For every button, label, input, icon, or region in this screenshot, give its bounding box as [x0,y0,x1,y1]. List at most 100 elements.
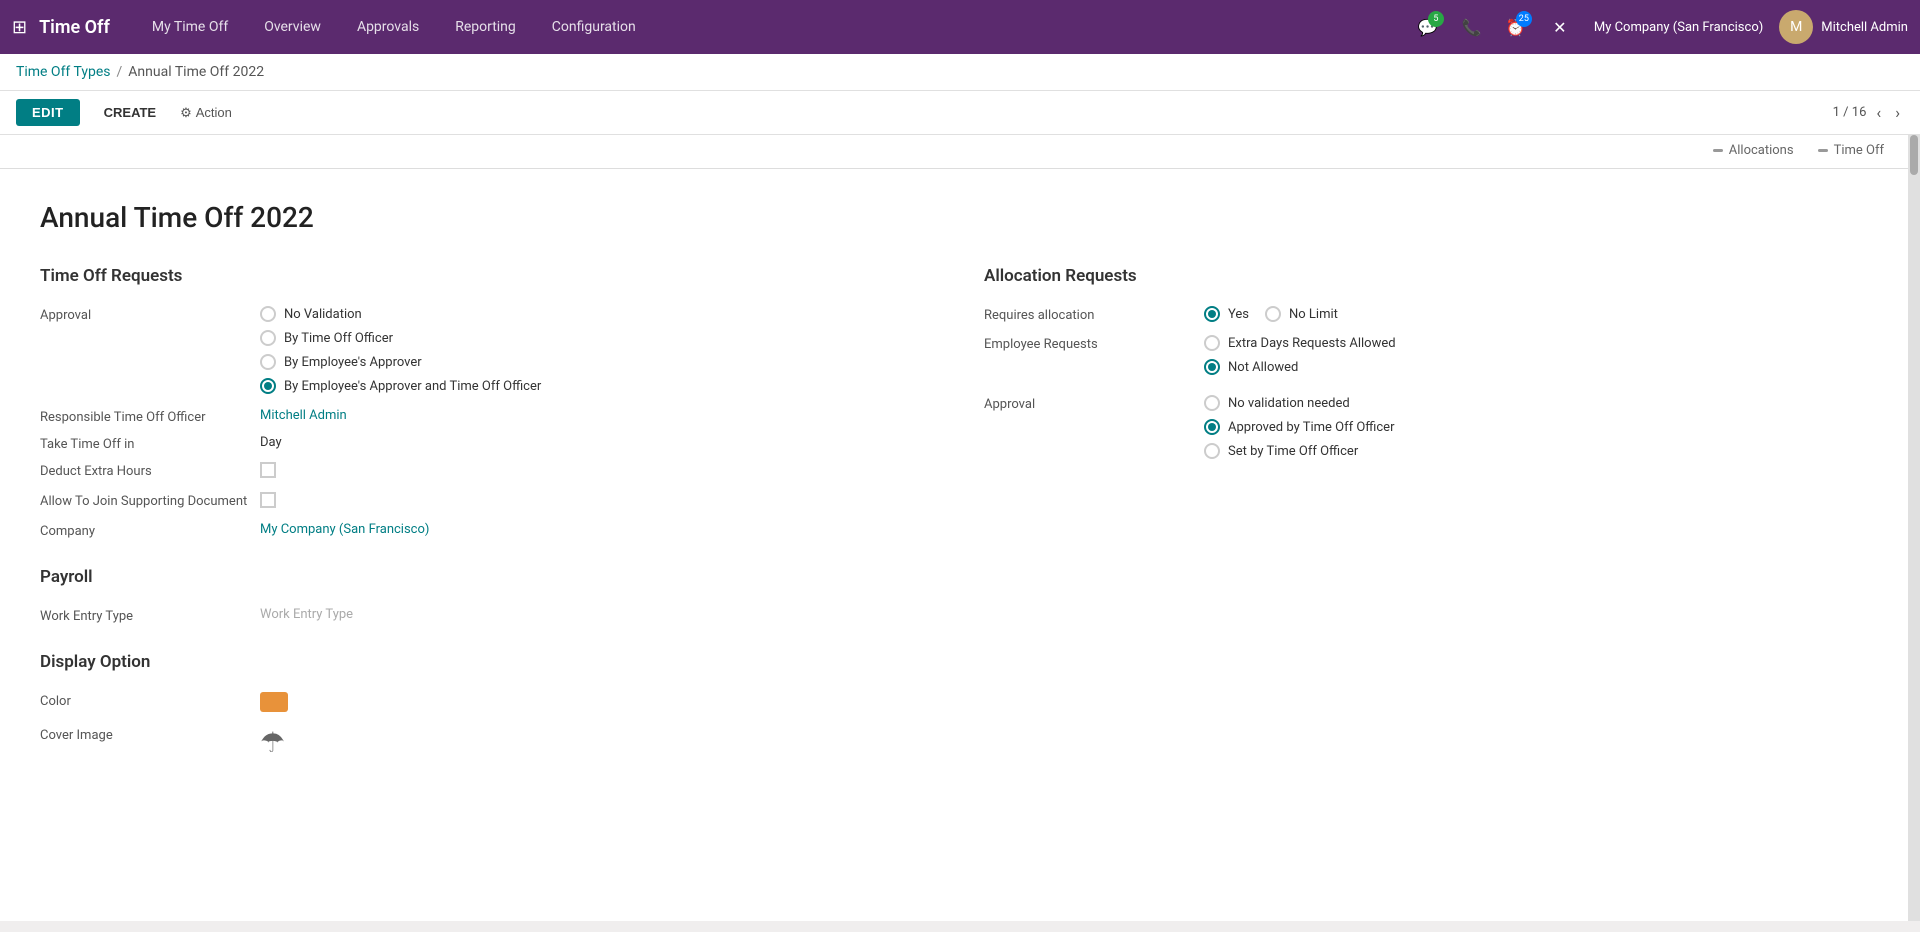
breadcrumb-current: Annual Time Off 2022 [128,64,264,80]
alloc-approval-row: Approval No validation needed Approved b… [984,395,1868,459]
requires-label: Requires allocation [984,306,1204,323]
apps-grid-icon[interactable]: ⊞ [12,17,27,38]
approval-radio-2[interactable] [260,354,276,370]
responsible-value[interactable]: Mitchell Admin [260,408,924,423]
breadcrumb-parent[interactable]: Time Off Types [16,64,111,80]
employee-requests-label: Employee Requests [984,335,1204,352]
payroll-section: Payroll Work Entry Type Work Entry Type [40,567,924,624]
allow-checkbox-value [260,492,924,512]
work-entry-row: Work Entry Type Work Entry Type [40,607,924,624]
nav-reporting[interactable]: Reporting [437,0,534,54]
edit-button[interactable]: EDIT [16,99,80,126]
avatar[interactable]: M [1779,10,1813,44]
time-off-requests-section: Time Off Requests Approval No Validation [40,266,924,769]
nav-links: My Time Off Overview Approvals Reporting… [134,0,1410,54]
pagination-counter: 1 / 16 [1833,105,1867,120]
alloc-approval-radio-2[interactable] [1204,443,1220,459]
alloc-approval-option-0[interactable]: No validation needed [1204,395,1868,411]
breadcrumb-bar: Time Off Types / Annual Time Off 2022 [0,54,1920,91]
phone-icon: 📞 [1462,18,1482,37]
approval-option-1[interactable]: By Time Off Officer [260,330,924,346]
display-option-section: Display Option Color Cover Image ☂ [40,652,924,759]
requires-radio-yes[interactable] [1204,306,1220,322]
top-navigation: ⊞ Time Off My Time Off Overview Approval… [0,0,1920,54]
app-brand[interactable]: Time Off [39,17,110,38]
work-entry-placeholder: Work Entry Type [260,607,353,622]
color-swatch[interactable] [260,692,288,712]
content-area: Allocations Time Off Annual Time Off 202… [0,135,1920,921]
employee-radio-group: Extra Days Requests Allowed Not Allowed [1204,335,1868,375]
employee-radio-not-allowed[interactable] [1204,359,1220,375]
create-button[interactable]: CREATE [88,99,172,126]
deduct-checkbox-value [260,462,924,482]
approval-radio-1[interactable] [260,330,276,346]
nav-overview[interactable]: Overview [246,0,339,54]
employee-radio-extra[interactable] [1204,335,1220,351]
main-content: Allocations Time Off Annual Time Off 202… [0,135,1908,921]
form-content: Annual Time Off 2022 Time Off Requests A… [0,169,1908,801]
toolbar: EDIT CREATE ⚙ Action 1 / 16 ‹ › [0,91,1920,135]
alloc-approval-option-2-label: Set by Time Off Officer [1228,444,1358,459]
deduct-checkbox[interactable] [260,462,276,478]
time-off-section-title: Time Off Requests [40,266,924,290]
phone-icon-btn[interactable]: 📞 [1454,9,1490,45]
next-page-button[interactable]: › [1891,101,1904,124]
alloc-approval-option-2[interactable]: Set by Time Off Officer [1204,443,1868,459]
nav-my-time-off[interactable]: My Time Off [134,0,246,54]
scrollbar-thumb[interactable] [1910,135,1918,175]
requires-radio-no-limit[interactable] [1265,306,1281,322]
color-value [260,692,924,716]
employee-option-extra[interactable]: Extra Days Requests Allowed [1204,335,1868,351]
alloc-approval-option-1[interactable]: Approved by Time Off Officer [1204,419,1868,435]
color-row: Color [40,692,924,716]
deduct-extra-hours-row: Deduct Extra Hours [40,462,924,482]
responsible-officer-row: Responsible Time Off Officer Mitchell Ad… [40,408,924,425]
approval-option-2[interactable]: By Employee's Approver [260,354,924,370]
company-value[interactable]: My Company (San Francisco) [260,522,924,537]
avatar-initials: M [1790,19,1802,35]
requires-option-yes[interactable]: Yes [1204,306,1249,322]
action-button[interactable]: ⚙ Action [180,105,232,121]
nav-approvals[interactable]: Approvals [339,0,437,54]
employee-option-not-allowed[interactable]: Not Allowed [1204,359,1868,375]
allocation-section-title: Allocation Requests [984,266,1868,290]
nav-right-icons: 💬 5 📞 ⏰ 25 ✕ My Company (San Francisco) … [1410,9,1908,45]
chat-badge: 5 [1428,11,1444,27]
approval-option-3[interactable]: By Employee's Approver and Time Off Offi… [260,378,924,394]
requires-option-no-limit[interactable]: No Limit [1265,306,1338,322]
breadcrumb-separator: / [117,64,123,80]
approval-label: Approval [40,306,260,323]
nav-configuration[interactable]: Configuration [534,0,654,54]
prev-page-button[interactable]: ‹ [1872,101,1885,124]
requires-allocation-row: Requires allocation Yes No Limit [984,306,1868,323]
company-name: My Company (San Francisco) [1594,20,1763,35]
close-icon-btn[interactable]: ✕ [1542,9,1578,45]
approval-option-3-label: By Employee's Approver and Time Off Offi… [284,379,541,394]
vertical-scrollbar[interactable] [1908,135,1920,921]
tab-time-off[interactable]: Time Off [1814,135,1888,168]
approval-option-0[interactable]: No Validation [260,306,924,322]
work-entry-value: Work Entry Type [260,607,924,622]
tab-allocations[interactable]: Allocations [1709,135,1798,168]
tab-time-off-label: Time Off [1834,143,1884,158]
approval-radio-3[interactable] [260,378,276,394]
payroll-section-title: Payroll [40,567,924,591]
cover-image-value: ☂ [260,726,924,759]
tab-allocations-dot [1713,149,1723,152]
chat-icon-btn[interactable]: 💬 5 [1410,9,1446,45]
alloc-approval-option-1-label: Approved by Time Off Officer [1228,420,1394,435]
clock-icon-btn[interactable]: ⏰ 25 [1498,9,1534,45]
employee-requests-row: Employee Requests Extra Days Requests Al… [984,335,1868,375]
approval-radio-0[interactable] [260,306,276,322]
alloc-approval-radio-0[interactable] [1204,395,1220,411]
allow-checkbox[interactable] [260,492,276,508]
allocation-requests-section: Allocation Requests Requires allocation … [984,266,1868,769]
employee-options: Extra Days Requests Allowed Not Allowed [1204,335,1868,375]
tab-time-off-dot [1818,149,1828,152]
requires-yes-label: Yes [1228,307,1249,322]
alloc-approval-option-0-label: No validation needed [1228,396,1350,411]
alloc-approval-options: No validation needed Approved by Time Of… [1204,395,1868,459]
action-label: Action [196,105,232,120]
two-col-layout: Time Off Requests Approval No Validation [40,266,1868,769]
alloc-approval-radio-1[interactable] [1204,419,1220,435]
